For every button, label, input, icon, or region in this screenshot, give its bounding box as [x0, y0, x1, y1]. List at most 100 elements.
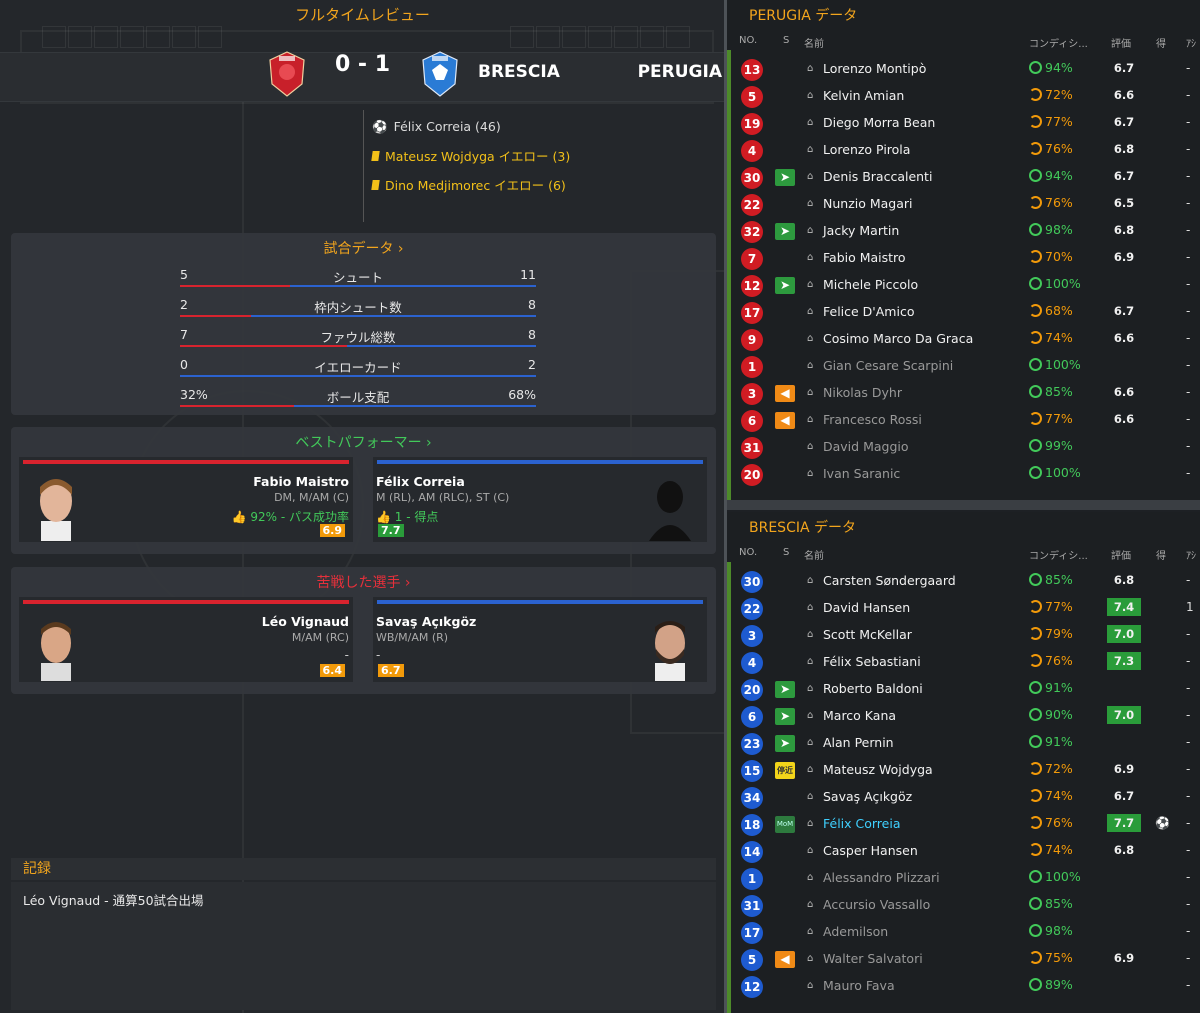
- player-name[interactable]: Mateusz Wojdyga: [823, 762, 933, 777]
- player-name[interactable]: Félix Correia: [823, 816, 901, 831]
- player-picture-icon[interactable]: ⌂: [807, 602, 813, 613]
- col-rating[interactable]: 評価: [1111, 547, 1131, 562]
- player-picture-icon[interactable]: ⌂: [807, 333, 813, 344]
- player-name[interactable]: Accursio Vassallo: [823, 897, 930, 912]
- player-name[interactable]: Diego Morra Bean: [823, 115, 935, 130]
- player-name[interactable]: Denis Braccalenti: [823, 169, 932, 184]
- player-row[interactable]: 12 ⌂ Mauro Fava 89% -: [727, 973, 1200, 1000]
- best-performers-header[interactable]: ベストパフォーマー ›: [11, 432, 716, 452]
- player-picture-icon[interactable]: ⌂: [807, 117, 813, 128]
- player-name[interactable]: Marco Kana: [823, 708, 896, 723]
- brescia-crest-icon[interactable]: [420, 50, 460, 98]
- player-picture-icon[interactable]: ⌂: [807, 926, 813, 937]
- struggled-home-card[interactable]: Léo Vignaud M/AM (RC) - 6.4: [19, 597, 353, 682]
- player-name[interactable]: Roberto Baldoni: [823, 681, 923, 696]
- player-row[interactable]: 17 ⌂ Felice D'Amico 68% 6.7 -: [727, 299, 1200, 326]
- player-name[interactable]: Casper Hansen: [823, 843, 918, 858]
- player-row[interactable]: 1 ⌂ Gian Cesare Scarpini 100% -: [727, 353, 1200, 380]
- player-picture-icon[interactable]: ⌂: [807, 279, 813, 290]
- struggled-header[interactable]: 苦戦した選手 ›: [11, 572, 716, 592]
- player-picture-icon[interactable]: ⌂: [807, 899, 813, 910]
- player-name[interactable]: Jacky Martin: [823, 223, 899, 238]
- player-picture-icon[interactable]: ⌂: [807, 306, 813, 317]
- col-assists[interactable]: ｱｼ: [1186, 35, 1196, 50]
- player-name[interactable]: Walter Salvatori: [823, 951, 923, 966]
- player-picture-icon[interactable]: ⌂: [807, 656, 813, 667]
- table-separator[interactable]: [727, 500, 1200, 510]
- player-row[interactable]: 30 ⌂ Carsten Søndergaard 85% 6.8 -: [727, 568, 1200, 595]
- player-row[interactable]: 31 ⌂ David Maggio 99% -: [727, 434, 1200, 461]
- player-row[interactable]: 14 ⌂ Casper Hansen 74% 6.8 -: [727, 838, 1200, 865]
- player-name[interactable]: Alessandro Plizzari: [823, 870, 940, 885]
- col-condition[interactable]: コンディシ...: [1029, 547, 1088, 562]
- brescia-table-title[interactable]: BRESCIA データ: [749, 517, 856, 537]
- player-picture-icon[interactable]: ⌂: [807, 629, 813, 640]
- player-name[interactable]: Félix Sebastiani: [823, 654, 921, 669]
- player-row[interactable]: 4 ⌂ Félix Sebastiani 76% 7.3 -: [727, 649, 1200, 676]
- player-name[interactable]: David Maggio: [823, 439, 909, 454]
- col-goals[interactable]: 得: [1156, 547, 1166, 562]
- player-row[interactable]: 22 ⌂ Nunzio Magari 76% 6.5 -: [727, 191, 1200, 218]
- player-picture-icon[interactable]: ⌂: [807, 387, 813, 398]
- player-picture-icon[interactable]: ⌂: [807, 441, 813, 452]
- player-name[interactable]: Ademilson: [823, 924, 888, 939]
- player-row[interactable]: 20 ⌂ Ivan Saranic 100% -: [727, 461, 1200, 488]
- player-picture-icon[interactable]: ⌂: [807, 872, 813, 883]
- player-picture-icon[interactable]: ⌂: [807, 144, 813, 155]
- player-row[interactable]: 23 ➤ ⌂ Alan Pernin 91% -: [727, 730, 1200, 757]
- player-row[interactable]: 32 ➤ ⌂ Jacky Martin 98% 6.8 -: [727, 218, 1200, 245]
- player-name[interactable]: Nunzio Magari: [823, 196, 913, 211]
- player-picture-icon[interactable]: ⌂: [807, 252, 813, 263]
- player-row[interactable]: 18 MoM ⌂ Félix Correia 76% 7.7 ⚽ -: [727, 811, 1200, 838]
- player-row[interactable]: 6 ➤ ⌂ Marco Kana 90% 7.0 -: [727, 703, 1200, 730]
- col-s[interactable]: S: [783, 35, 789, 46]
- player-row[interactable]: 5 ⌂ Kelvin Amian 72% 6.6 -: [727, 83, 1200, 110]
- player-name[interactable]: Fabio Maistro: [823, 250, 906, 265]
- yellow-card-event[interactable]: Mateusz Wojdyga イエロー (3): [371, 141, 570, 170]
- player-picture-icon[interactable]: ⌂: [807, 818, 813, 829]
- col-assists[interactable]: ｱｼ: [1186, 547, 1196, 562]
- best-away-card[interactable]: Félix Correia M (RL), AM (RLC), ST (C) 👍…: [373, 457, 707, 542]
- player-name[interactable]: Carsten Søndergaard: [823, 573, 956, 588]
- away-team-name[interactable]: BRESCIA: [478, 62, 560, 82]
- player-picture-icon[interactable]: ⌂: [807, 414, 813, 425]
- player-name[interactable]: Savaş Açıkgöz: [823, 789, 912, 804]
- player-picture-icon[interactable]: ⌂: [807, 764, 813, 775]
- player-name[interactable]: Cosimo Marco Da Graca: [823, 331, 973, 346]
- player-row[interactable]: 15 停近 ⌂ Mateusz Wojdyga 72% 6.9 -: [727, 757, 1200, 784]
- player-picture-icon[interactable]: ⌂: [807, 468, 813, 479]
- player-picture-icon[interactable]: ⌂: [807, 90, 813, 101]
- player-name[interactable]: Lorenzo Montipò: [823, 61, 926, 76]
- best-home-card[interactable]: Fabio Maistro DM, M/AM (C) 👍 92% - パス成功率…: [19, 457, 353, 542]
- player-row[interactable]: 6 ◀ ⌂ Francesco Rossi 77% 6.6 -: [727, 407, 1200, 434]
- player-row[interactable]: 9 ⌂ Cosimo Marco Da Graca 74% 6.6 -: [727, 326, 1200, 353]
- player-picture-icon[interactable]: ⌂: [807, 980, 813, 991]
- yellow-card-event[interactable]: Dino Medjimorec イエロー (6): [371, 170, 570, 199]
- player-row[interactable]: 3 ⌂ Scott McKellar 79% 7.0 -: [727, 622, 1200, 649]
- player-row[interactable]: 3 ◀ ⌂ Nikolas Dyhr 85% 6.6 -: [727, 380, 1200, 407]
- player-name[interactable]: Mauro Fava: [823, 978, 895, 993]
- player-picture-icon[interactable]: ⌂: [807, 710, 813, 721]
- col-no[interactable]: NO.: [739, 547, 757, 558]
- player-name[interactable]: Alan Pernin: [823, 735, 894, 750]
- player-picture-icon[interactable]: ⌂: [807, 575, 813, 586]
- col-rating[interactable]: 評価: [1111, 35, 1131, 50]
- col-goals[interactable]: 得: [1156, 35, 1166, 50]
- player-row[interactable]: 34 ⌂ Savaş Açıkgöz 74% 6.7 -: [727, 784, 1200, 811]
- player-picture-icon[interactable]: ⌂: [807, 225, 813, 236]
- player-picture-icon[interactable]: ⌂: [807, 360, 813, 371]
- player-row[interactable]: 5 ◀ ⌂ Walter Salvatori 75% 6.9 -: [727, 946, 1200, 973]
- player-name[interactable]: Ivan Saranic: [823, 466, 900, 481]
- player-name[interactable]: David Hansen: [823, 600, 910, 615]
- player-row[interactable]: 20 ➤ ⌂ Roberto Baldoni 91% -: [727, 676, 1200, 703]
- goal-event[interactable]: ⚽ Félix Correia (46): [372, 112, 570, 141]
- player-name[interactable]: Lorenzo Pirola: [823, 142, 910, 157]
- player-row[interactable]: 12 ➤ ⌂ Michele Piccolo 100% -: [727, 272, 1200, 299]
- player-picture-icon[interactable]: ⌂: [807, 953, 813, 964]
- player-row[interactable]: 4 ⌂ Lorenzo Pirola 76% 6.8 -: [727, 137, 1200, 164]
- player-row[interactable]: 31 ⌂ Accursio Vassallo 85% -: [727, 892, 1200, 919]
- player-picture-icon[interactable]: ⌂: [807, 63, 813, 74]
- player-row[interactable]: 7 ⌂ Fabio Maistro 70% 6.9 -: [727, 245, 1200, 272]
- col-name[interactable]: 名前: [804, 547, 824, 562]
- player-name[interactable]: Francesco Rossi: [823, 412, 922, 427]
